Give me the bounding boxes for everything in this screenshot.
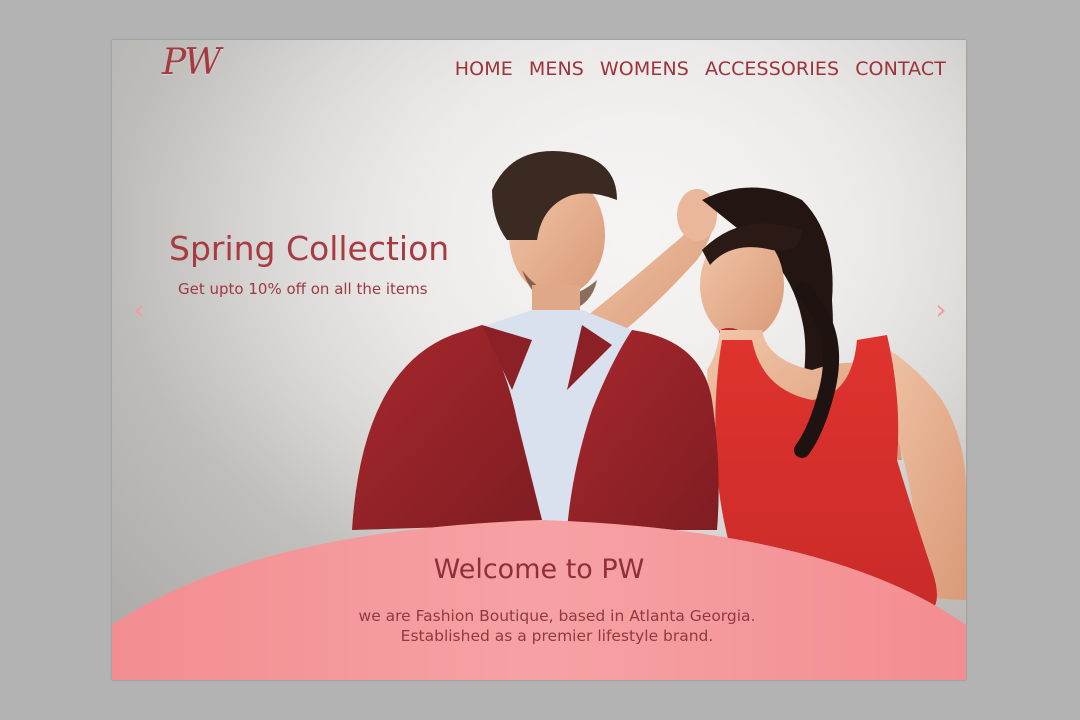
chevron-left-icon[interactable]: ‹ <box>124 296 154 326</box>
brand-logo[interactable]: PW <box>162 42 221 83</box>
welcome-line-2: Established as a premier lifestyle brand… <box>400 627 714 645</box>
page-frame: PW HOME MENS WOMENS ACCESSORIES CONTACT … <box>112 40 966 680</box>
welcome-line-1: we are Fashion Boutique, based in Atlant… <box>358 607 756 625</box>
main-nav: HOME MENS WOMENS ACCESSORIES CONTACT <box>455 58 946 80</box>
chevron-right-icon[interactable]: › <box>926 296 956 326</box>
nav-accessories[interactable]: ACCESSORIES <box>705 58 839 80</box>
nav-mens[interactable]: MENS <box>529 58 584 80</box>
nav-contact[interactable]: CONTACT <box>855 58 946 80</box>
hero-title: Spring Collection <box>169 229 450 268</box>
hero-subtitle: Get upto 10% off on all the items <box>178 280 428 298</box>
welcome-curve <box>112 520 966 680</box>
nav-home[interactable]: HOME <box>455 58 513 80</box>
welcome-section: Welcome to PW we are Fashion Boutique, b… <box>112 520 966 680</box>
nav-womens[interactable]: WOMENS <box>600 58 689 80</box>
welcome-description: we are Fashion Boutique, based in Atlant… <box>112 606 966 646</box>
welcome-title: Welcome to PW <box>433 554 645 585</box>
